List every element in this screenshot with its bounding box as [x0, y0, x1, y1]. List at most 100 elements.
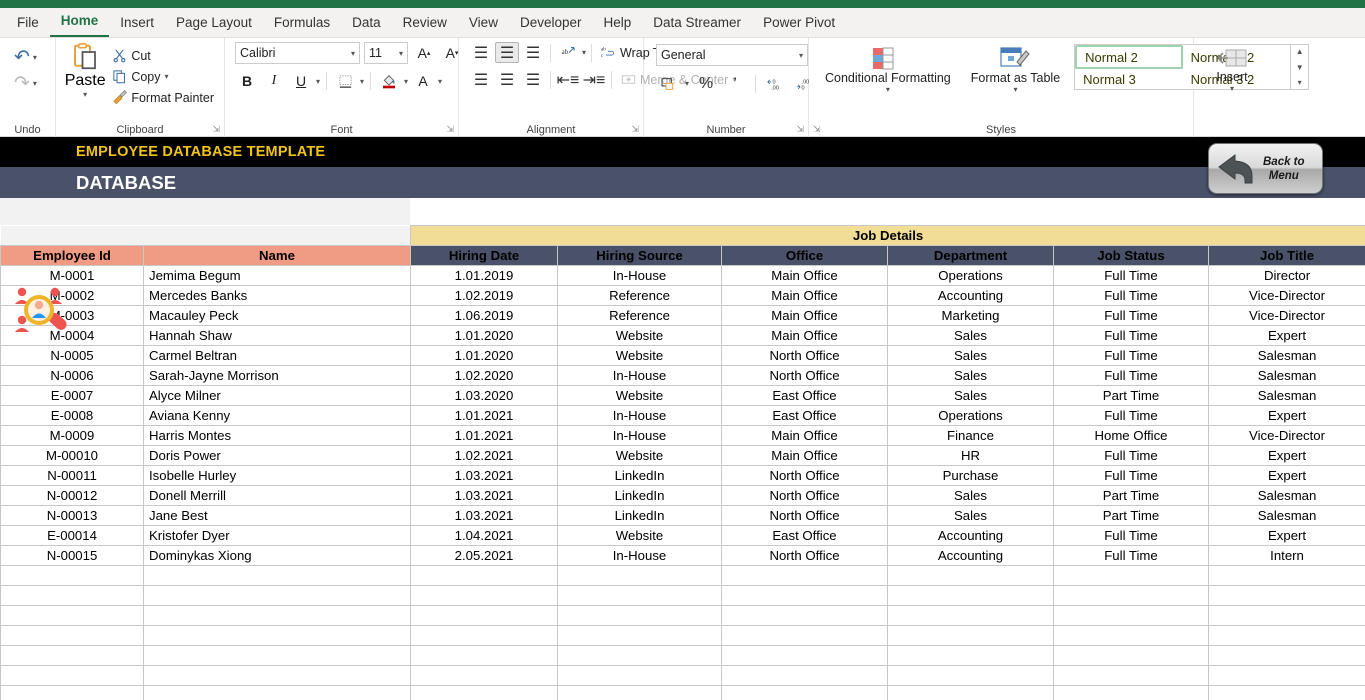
copy-button[interactable]: Copy ▾ — [108, 67, 218, 86]
cell-hiring-source[interactable]: Website — [557, 345, 722, 366]
cell-empty[interactable] — [1053, 685, 1209, 700]
cell-hiring-source[interactable]: LinkedIn — [557, 465, 722, 486]
cell-empty[interactable] — [0, 625, 144, 646]
cell-name[interactable]: Sarah-Jayne Morrison — [143, 365, 411, 386]
clipboard-dialog-launcher[interactable]: ⇲ — [212, 124, 220, 135]
cell-job-title[interactable]: Expert — [1207, 405, 1365, 426]
cell-job-title[interactable]: Vice-Director — [1207, 285, 1365, 306]
cell-empty[interactable] — [410, 665, 558, 686]
cell-employee-id[interactable]: E-0008 — [0, 405, 144, 426]
ribbon-tab-developer[interactable]: Developer — [509, 11, 593, 37]
underline-button[interactable]: U — [289, 70, 313, 92]
table-row[interactable]: E-0007 Alyce Milner 1.03.2020 Website East O… — [0, 385, 1365, 406]
table-row[interactable]: N-0006 Sarah-Jayne Morrison 1.02.2020 In-Ho… — [0, 365, 1365, 386]
font-name-input[interactable]: Calibri ▾ — [235, 42, 360, 64]
cell-department[interactable]: Sales — [887, 505, 1054, 526]
cell-hiring-date[interactable]: 1.03.2020 — [410, 385, 558, 406]
cell-department[interactable]: Operations — [887, 405, 1054, 426]
fill-color-button[interactable] — [377, 70, 401, 92]
cell-office[interactable]: North Office — [721, 505, 888, 526]
cell-job-title[interactable]: Expert — [1207, 465, 1365, 486]
back-to-menu-button[interactable]: Back to Menu — [1208, 143, 1323, 194]
cell-empty[interactable] — [1207, 565, 1365, 586]
align-top-button[interactable]: ☰ — [469, 42, 493, 63]
italic-button[interactable]: I — [262, 70, 286, 92]
chevron-down-icon[interactable]: ▾ — [316, 77, 320, 86]
table-row-empty[interactable] — [0, 685, 1365, 700]
cell-office[interactable]: Main Office — [721, 445, 888, 466]
cell-hiring-date[interactable]: 1.01.2021 — [410, 405, 558, 426]
format-as-table-button[interactable]: Format as Table ▾ — [965, 44, 1066, 96]
cell-job-status[interactable]: Part Time — [1053, 505, 1209, 526]
cell-employee-id[interactable]: M-0009 — [0, 425, 144, 446]
cell-hiring-source[interactable]: In-House — [557, 405, 722, 426]
table-row[interactable]: M-00010 Doris Power 1.02.2021 Website Main O… — [0, 445, 1365, 466]
cell-hiring-source[interactable]: In-House — [557, 425, 722, 446]
cell-office[interactable]: East Office — [721, 405, 888, 426]
styles-gallery-scrollbar[interactable]: ▲ ▼ ▾ — [1291, 44, 1310, 90]
ribbon-tab-data-streamer[interactable]: Data Streamer — [642, 11, 752, 37]
cell-empty[interactable] — [143, 665, 411, 686]
cell-empty[interactable] — [887, 685, 1054, 700]
cell-empty[interactable] — [1207, 605, 1365, 626]
cell-empty[interactable] — [887, 585, 1054, 606]
table-row[interactable]: M-0002 Mercedes Banks 1.02.2019 Reference Ma… — [0, 285, 1365, 306]
cell-hiring-date[interactable]: 1.02.2020 — [410, 365, 558, 386]
cell-name[interactable]: Jemima Begum — [143, 265, 411, 286]
cell-job-status[interactable]: Full Time — [1053, 365, 1209, 386]
cell-employee-id[interactable]: N-0005 — [0, 345, 144, 366]
cell-name[interactable]: Doris Power — [143, 445, 411, 466]
cell-job-status[interactable]: Full Time — [1053, 285, 1209, 306]
cell-empty[interactable] — [1053, 605, 1209, 626]
table-row-empty[interactable] — [0, 585, 1365, 606]
cell-job-status[interactable]: Part Time — [1053, 385, 1209, 406]
cell-employee-id[interactable]: N-00012 — [0, 485, 144, 506]
cell-job-title[interactable]: Vice-Director — [1207, 305, 1365, 326]
cell-name[interactable]: Aviana Kenny — [143, 405, 411, 426]
comma-style-button[interactable]: ’ — [723, 73, 747, 94]
cell-department[interactable]: Accounting — [887, 285, 1054, 306]
cell-hiring-date[interactable]: 1.04.2021 — [410, 525, 558, 546]
cell-empty[interactable] — [0, 565, 144, 586]
cell-empty[interactable] — [557, 625, 722, 646]
orientation-button[interactable]: ab — [556, 42, 580, 63]
cell-hiring-source[interactable]: LinkedIn — [557, 485, 722, 506]
insert-cells-button[interactable]: Insert ▾ — [1210, 46, 1254, 95]
cell-department[interactable]: Purchase — [887, 465, 1054, 486]
cell-department[interactable]: Operations — [887, 265, 1054, 286]
cell-empty[interactable] — [557, 645, 722, 666]
cell-department[interactable]: HR — [887, 445, 1054, 466]
cell-job-status[interactable]: Full Time — [1053, 325, 1209, 346]
table-body[interactable]: M-0001 Jemima Begum 1.01.2019 In-House Main … — [0, 265, 1365, 700]
cell-empty[interactable] — [1053, 645, 1209, 666]
cell-office[interactable]: North Office — [721, 465, 888, 486]
cell-department[interactable]: Marketing — [887, 305, 1054, 326]
cell-job-status[interactable]: Full Time — [1053, 465, 1209, 486]
table-row[interactable]: M-0009 Harris Montes 1.01.2021 In-House Main… — [0, 425, 1365, 446]
cell-hiring-source[interactable]: Website — [557, 525, 722, 546]
cell-employee-id[interactable]: E-00014 — [0, 525, 144, 546]
paste-button[interactable]: Paste ▾ — [62, 42, 108, 99]
cell-name[interactable]: Isobelle Hurley — [143, 465, 411, 486]
ribbon-tab-data[interactable]: Data — [341, 11, 392, 37]
cell-job-title[interactable]: Expert — [1207, 325, 1365, 346]
number-dialog-launcher[interactable]: ⇲ — [796, 124, 804, 135]
cell-name[interactable]: Kristofer Dyer — [143, 525, 411, 546]
cell-empty[interactable] — [887, 565, 1054, 586]
cell-hiring-date[interactable]: 1.01.2020 — [410, 325, 558, 346]
cell-style-normal-3[interactable]: Normal 3 — [1075, 69, 1183, 89]
cell-department[interactable]: Accounting — [887, 545, 1054, 566]
cell-empty[interactable] — [410, 585, 558, 606]
cell-employee-id[interactable]: E-0007 — [0, 385, 144, 406]
cell-empty[interactable] — [143, 625, 411, 646]
align-bottom-button[interactable]: ☰ — [521, 42, 545, 63]
cell-job-title[interactable]: Salesman — [1207, 345, 1365, 366]
table-row[interactable]: N-0005 Carmel Beltran 1.01.2020 Website Nort… — [0, 345, 1365, 366]
cell-empty[interactable] — [721, 665, 888, 686]
cell-hiring-source[interactable]: Website — [557, 385, 722, 406]
table-row[interactable]: N-00015 Dominykas Xiong 2.05.2021 In-House N… — [0, 545, 1365, 566]
cell-hiring-date[interactable]: 1.02.2021 — [410, 445, 558, 466]
cell-empty[interactable] — [887, 645, 1054, 666]
cell-job-status[interactable]: Home Office — [1053, 425, 1209, 446]
ribbon-tab-file[interactable]: File — [6, 11, 50, 37]
